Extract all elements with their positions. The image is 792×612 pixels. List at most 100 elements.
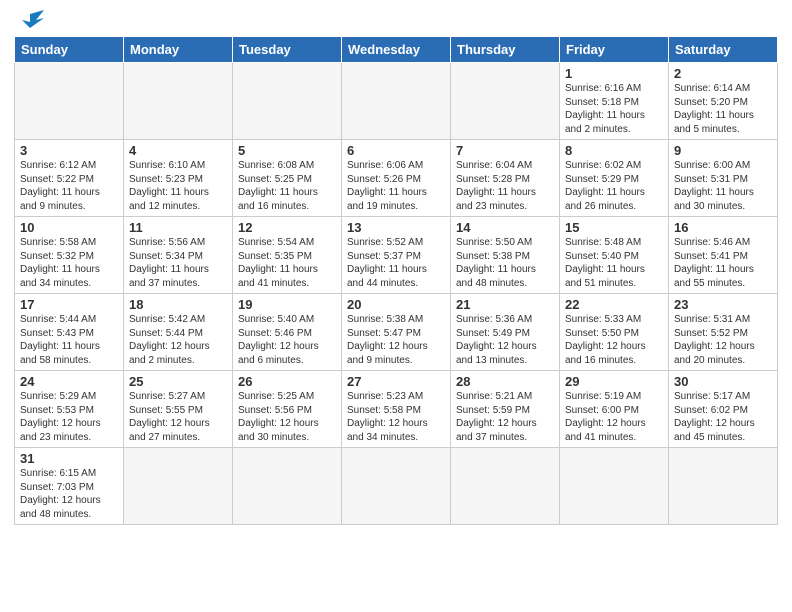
day-number: 18 [129,297,227,312]
weekday-header-tuesday: Tuesday [233,37,342,63]
calendar-day-cell: 15Sunrise: 5:48 AM Sunset: 5:40 PM Dayli… [560,217,669,294]
day-info: Sunrise: 5:25 AM Sunset: 5:56 PM Dayligh… [238,390,336,444]
logo-bird-icon [16,10,44,32]
day-info: Sunrise: 5:40 AM Sunset: 5:46 PM Dayligh… [238,313,336,367]
day-info: Sunrise: 6:08 AM Sunset: 5:25 PM Dayligh… [238,159,336,213]
day-info: Sunrise: 6:02 AM Sunset: 5:29 PM Dayligh… [565,159,663,213]
calendar-day-cell: 2Sunrise: 6:14 AM Sunset: 5:20 PM Daylig… [669,63,778,140]
day-number: 10 [20,220,118,235]
logo [14,10,44,32]
day-info: Sunrise: 6:12 AM Sunset: 5:22 PM Dayligh… [20,159,118,213]
day-number: 28 [456,374,554,389]
day-info: Sunrise: 5:42 AM Sunset: 5:44 PM Dayligh… [129,313,227,367]
calendar-day-cell: 13Sunrise: 5:52 AM Sunset: 5:37 PM Dayli… [342,217,451,294]
day-number: 15 [565,220,663,235]
calendar-day-cell: 21Sunrise: 5:36 AM Sunset: 5:49 PM Dayli… [451,294,560,371]
day-number: 1 [565,66,663,81]
day-number: 22 [565,297,663,312]
calendar-day-cell: 28Sunrise: 5:21 AM Sunset: 5:59 PM Dayli… [451,371,560,448]
day-info: Sunrise: 5:19 AM Sunset: 6:00 PM Dayligh… [565,390,663,444]
day-info: Sunrise: 5:27 AM Sunset: 5:55 PM Dayligh… [129,390,227,444]
day-number: 5 [238,143,336,158]
day-info: Sunrise: 6:04 AM Sunset: 5:28 PM Dayligh… [456,159,554,213]
day-info: Sunrise: 6:00 AM Sunset: 5:31 PM Dayligh… [674,159,772,213]
day-number: 26 [238,374,336,389]
calendar-day-cell: 16Sunrise: 5:46 AM Sunset: 5:41 PM Dayli… [669,217,778,294]
day-number: 23 [674,297,772,312]
day-number: 8 [565,143,663,158]
calendar-day-cell: 20Sunrise: 5:38 AM Sunset: 5:47 PM Dayli… [342,294,451,371]
weekday-header-wednesday: Wednesday [342,37,451,63]
weekday-header-saturday: Saturday [669,37,778,63]
calendar-day-cell [233,63,342,140]
day-number: 6 [347,143,445,158]
day-info: Sunrise: 5:21 AM Sunset: 5:59 PM Dayligh… [456,390,554,444]
calendar-day-cell: 5Sunrise: 6:08 AM Sunset: 5:25 PM Daylig… [233,140,342,217]
calendar-week-6: 31Sunrise: 6:15 AM Sunset: 7:03 PM Dayli… [15,448,778,525]
calendar-week-1: 1Sunrise: 6:16 AM Sunset: 5:18 PM Daylig… [15,63,778,140]
calendar-day-cell [560,448,669,525]
calendar-day-cell [124,448,233,525]
day-number: 27 [347,374,445,389]
day-number: 9 [674,143,772,158]
calendar-week-3: 10Sunrise: 5:58 AM Sunset: 5:32 PM Dayli… [15,217,778,294]
weekday-header-monday: Monday [124,37,233,63]
weekday-header-friday: Friday [560,37,669,63]
day-info: Sunrise: 5:56 AM Sunset: 5:34 PM Dayligh… [129,236,227,290]
calendar-day-cell: 11Sunrise: 5:56 AM Sunset: 5:34 PM Dayli… [124,217,233,294]
day-number: 19 [238,297,336,312]
day-info: Sunrise: 6:10 AM Sunset: 5:23 PM Dayligh… [129,159,227,213]
calendar-table: SundayMondayTuesdayWednesdayThursdayFrid… [14,36,778,525]
calendar-day-cell: 9Sunrise: 6:00 AM Sunset: 5:31 PM Daylig… [669,140,778,217]
day-number: 29 [565,374,663,389]
calendar-day-cell: 23Sunrise: 5:31 AM Sunset: 5:52 PM Dayli… [669,294,778,371]
day-number: 25 [129,374,227,389]
day-info: Sunrise: 5:36 AM Sunset: 5:49 PM Dayligh… [456,313,554,367]
day-number: 13 [347,220,445,235]
calendar-day-cell: 7Sunrise: 6:04 AM Sunset: 5:28 PM Daylig… [451,140,560,217]
calendar-page: SundayMondayTuesdayWednesdayThursdayFrid… [0,0,792,533]
day-info: Sunrise: 5:48 AM Sunset: 5:40 PM Dayligh… [565,236,663,290]
day-info: Sunrise: 5:44 AM Sunset: 5:43 PM Dayligh… [20,313,118,367]
calendar-day-cell [15,63,124,140]
calendar-day-cell: 19Sunrise: 5:40 AM Sunset: 5:46 PM Dayli… [233,294,342,371]
day-number: 20 [347,297,445,312]
day-number: 11 [129,220,227,235]
day-info: Sunrise: 5:29 AM Sunset: 5:53 PM Dayligh… [20,390,118,444]
calendar-day-cell: 3Sunrise: 6:12 AM Sunset: 5:22 PM Daylig… [15,140,124,217]
day-info: Sunrise: 5:52 AM Sunset: 5:37 PM Dayligh… [347,236,445,290]
day-info: Sunrise: 5:38 AM Sunset: 5:47 PM Dayligh… [347,313,445,367]
day-number: 16 [674,220,772,235]
weekday-header-thursday: Thursday [451,37,560,63]
calendar-day-cell: 31Sunrise: 6:15 AM Sunset: 7:03 PM Dayli… [15,448,124,525]
day-number: 30 [674,374,772,389]
calendar-day-cell [233,448,342,525]
calendar-day-cell [124,63,233,140]
day-info: Sunrise: 5:33 AM Sunset: 5:50 PM Dayligh… [565,313,663,367]
day-info: Sunrise: 6:14 AM Sunset: 5:20 PM Dayligh… [674,82,772,136]
day-info: Sunrise: 6:06 AM Sunset: 5:26 PM Dayligh… [347,159,445,213]
day-info: Sunrise: 5:46 AM Sunset: 5:41 PM Dayligh… [674,236,772,290]
calendar-day-cell: 14Sunrise: 5:50 AM Sunset: 5:38 PM Dayli… [451,217,560,294]
day-number: 7 [456,143,554,158]
day-info: Sunrise: 6:16 AM Sunset: 5:18 PM Dayligh… [565,82,663,136]
calendar-week-2: 3Sunrise: 6:12 AM Sunset: 5:22 PM Daylig… [15,140,778,217]
calendar-day-cell: 25Sunrise: 5:27 AM Sunset: 5:55 PM Dayli… [124,371,233,448]
calendar-day-cell: 18Sunrise: 5:42 AM Sunset: 5:44 PM Dayli… [124,294,233,371]
day-info: Sunrise: 5:23 AM Sunset: 5:58 PM Dayligh… [347,390,445,444]
day-number: 12 [238,220,336,235]
day-number: 17 [20,297,118,312]
day-number: 4 [129,143,227,158]
day-number: 2 [674,66,772,81]
calendar-day-cell: 29Sunrise: 5:19 AM Sunset: 6:00 PM Dayli… [560,371,669,448]
calendar-day-cell: 8Sunrise: 6:02 AM Sunset: 5:29 PM Daylig… [560,140,669,217]
calendar-day-cell [451,448,560,525]
calendar-day-cell [451,63,560,140]
calendar-day-cell: 12Sunrise: 5:54 AM Sunset: 5:35 PM Dayli… [233,217,342,294]
day-number: 21 [456,297,554,312]
weekday-header-sunday: Sunday [15,37,124,63]
day-info: Sunrise: 5:58 AM Sunset: 5:32 PM Dayligh… [20,236,118,290]
weekday-header-row: SundayMondayTuesdayWednesdayThursdayFrid… [15,37,778,63]
calendar-day-cell: 26Sunrise: 5:25 AM Sunset: 5:56 PM Dayli… [233,371,342,448]
calendar-day-cell: 4Sunrise: 6:10 AM Sunset: 5:23 PM Daylig… [124,140,233,217]
